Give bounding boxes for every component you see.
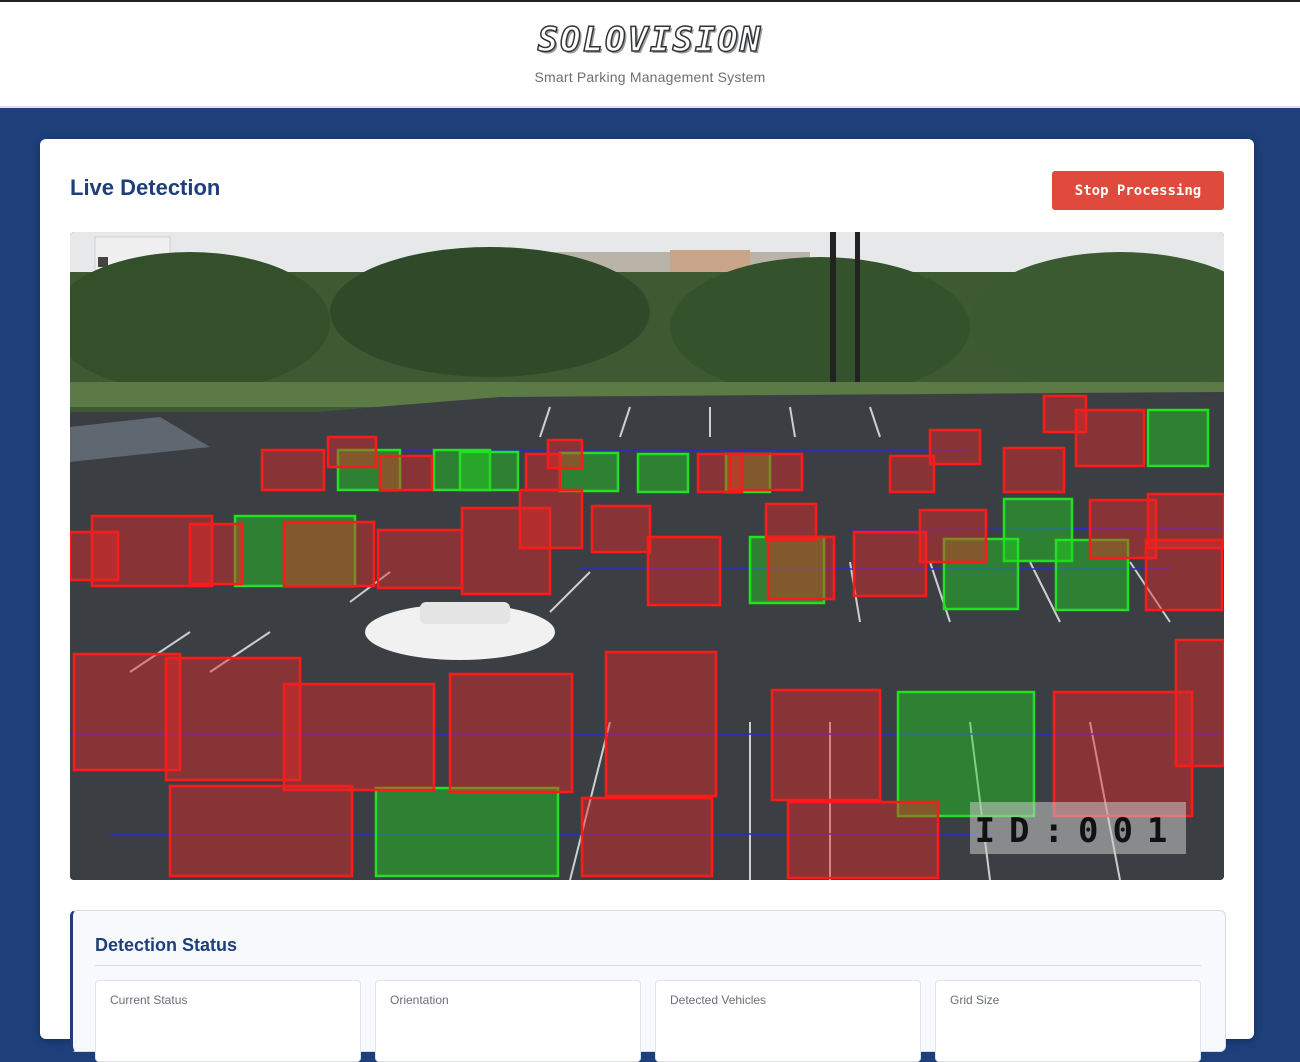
status-title: Detection Status	[95, 935, 238, 955]
page-title: Live Detection	[70, 175, 221, 200]
stat-label: Grid Size	[950, 993, 1000, 1007]
stat-current-status: Current Status	[95, 980, 361, 1062]
stat-label: Current Status	[110, 993, 188, 1007]
app-header: SOLOVISION Smart Parking Management Syst…	[0, 2, 1300, 108]
camera-id-label: ID:001	[975, 811, 1182, 851]
live-detection-card: Live Detection Stop Processing ID:001 De…	[40, 139, 1254, 1062]
detection-status-panel: Detection Status Current Status Orientat…	[70, 910, 1226, 1062]
app-logo: SOLOVISION	[537, 19, 763, 61]
status-divider	[95, 965, 1201, 966]
stop-processing-button[interactable]: Stop Processing	[1052, 171, 1224, 210]
detection-frame: ID:001	[70, 232, 1224, 880]
stat-detected-vehicles: Detected Vehicles	[655, 980, 921, 1062]
stat-label: Detected Vehicles	[670, 993, 767, 1007]
stat-orientation: Orientation	[375, 980, 641, 1062]
stat-grid-size: Grid Size	[935, 980, 1201, 1062]
stat-label: Orientation	[390, 993, 449, 1007]
live-video-feed: ID:001	[70, 232, 1224, 880]
app-tagline: Smart Parking Management System	[534, 69, 766, 85]
